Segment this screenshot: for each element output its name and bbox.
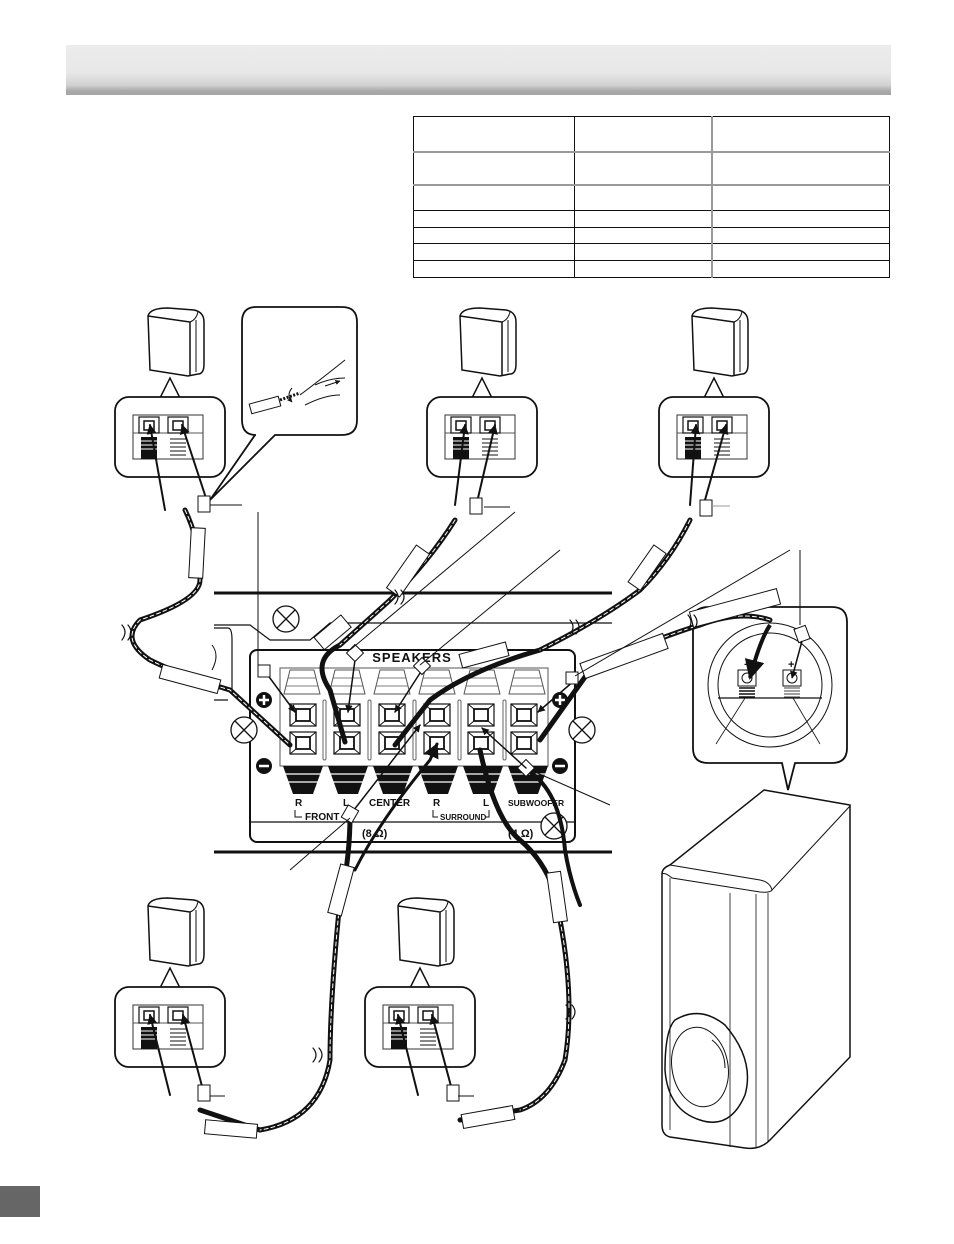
speaker-terminal-panel: SPEAKERS R L FRONT CENTER R L SURROUND S… <box>230 649 596 843</box>
label-surround: SURROUND <box>440 813 486 822</box>
minus-icon <box>256 758 272 774</box>
speaker-front-left <box>658 307 770 478</box>
jack-surround-r-plus <box>423 703 451 727</box>
jack-subwoofer-plus <box>510 703 538 727</box>
subwoofer-minus-label: − <box>744 659 750 671</box>
jack-subwoofer-minus <box>510 731 538 755</box>
jack-surround-l-plus <box>467 703 495 727</box>
jack-front-r-minus <box>289 731 317 755</box>
speaker-connection-diagram: SPEAKERS R L FRONT CENTER R L SURROUND S… <box>114 306 851 1150</box>
subwoofer-terminal-inset: − + <box>692 606 848 791</box>
subwoofer-plus-label: + <box>788 659 794 671</box>
screw-icon <box>272 605 300 633</box>
screw-icon <box>568 716 596 744</box>
label-front-r: R <box>295 798 303 809</box>
jack-center-plus <box>378 703 406 727</box>
label-surround-l: L <box>483 798 489 809</box>
panel-title: SPEAKERS <box>372 650 452 665</box>
speaker-front-right <box>114 307 226 478</box>
speaker-center <box>426 307 538 478</box>
label-center: CENTER <box>369 798 411 809</box>
wire-preparation-inset <box>209 306 358 501</box>
screw-icon <box>230 716 258 744</box>
speaker-surround-left <box>364 897 476 1068</box>
minus-icon <box>552 758 568 774</box>
page-number-tab <box>0 1186 40 1217</box>
label-surround-r: R <box>433 798 441 809</box>
label-front: FRONT <box>305 812 339 823</box>
jack-front-r-plus <box>289 703 317 727</box>
subwoofer-unit <box>661 789 851 1150</box>
speaker-surround-right <box>114 897 226 1068</box>
plus-icon <box>256 692 272 708</box>
